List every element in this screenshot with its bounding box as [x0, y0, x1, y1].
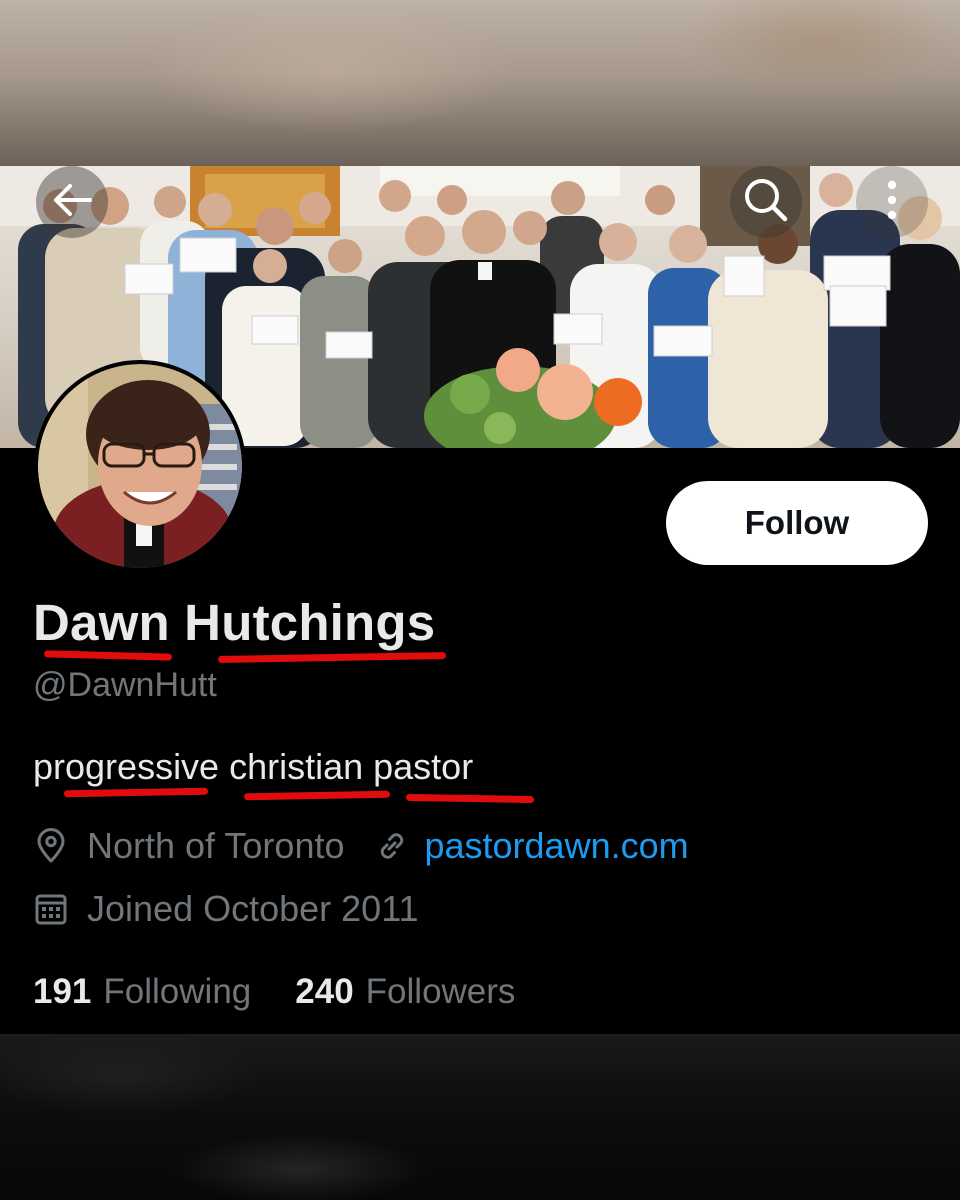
profile-website-link[interactable]: pastordawn.com — [424, 825, 688, 867]
profile-bio: progressive christian pastor — [33, 746, 474, 787]
screenshot-frame: Follow Dawn Hutchings @DawnHutt progress… — [0, 0, 960, 1200]
following-link[interactable]: 191 Following — [33, 972, 251, 1012]
blurred-background-top — [0, 0, 960, 166]
arrow-left-icon — [50, 182, 94, 223]
back-button[interactable] — [36, 166, 108, 238]
search-icon — [740, 174, 792, 231]
followers-count: 240 — [295, 972, 354, 1011]
avatar[interactable] — [34, 360, 246, 572]
profile-joined-date: Joined October 2011 — [87, 888, 419, 929]
profile-stats: 191 Following 240 Followers — [33, 972, 515, 1012]
blurred-background-bottom — [0, 1034, 960, 1200]
more-options-button[interactable] — [856, 166, 928, 238]
search-button[interactable] — [730, 166, 802, 238]
profile-location: North of Toronto — [87, 825, 345, 866]
profile-handle: @DawnHutt — [33, 666, 217, 704]
profile-meta-joined-row: Joined October 2011 — [33, 888, 419, 930]
followers-label: Followers — [365, 972, 516, 1011]
link-icon — [374, 828, 410, 864]
following-count: 191 — [33, 972, 92, 1011]
following-label: Following — [103, 972, 252, 1011]
followers-link[interactable]: 240 Followers — [295, 972, 515, 1012]
calendar-icon — [33, 891, 69, 927]
follow-button[interactable]: Follow — [666, 481, 928, 565]
more-vertical-icon — [886, 178, 898, 227]
display-name: Dawn Hutchings — [33, 594, 436, 651]
map-pin-icon — [33, 828, 69, 864]
profile-meta-location-row: North of Toronto pastordawn.com — [33, 825, 689, 867]
